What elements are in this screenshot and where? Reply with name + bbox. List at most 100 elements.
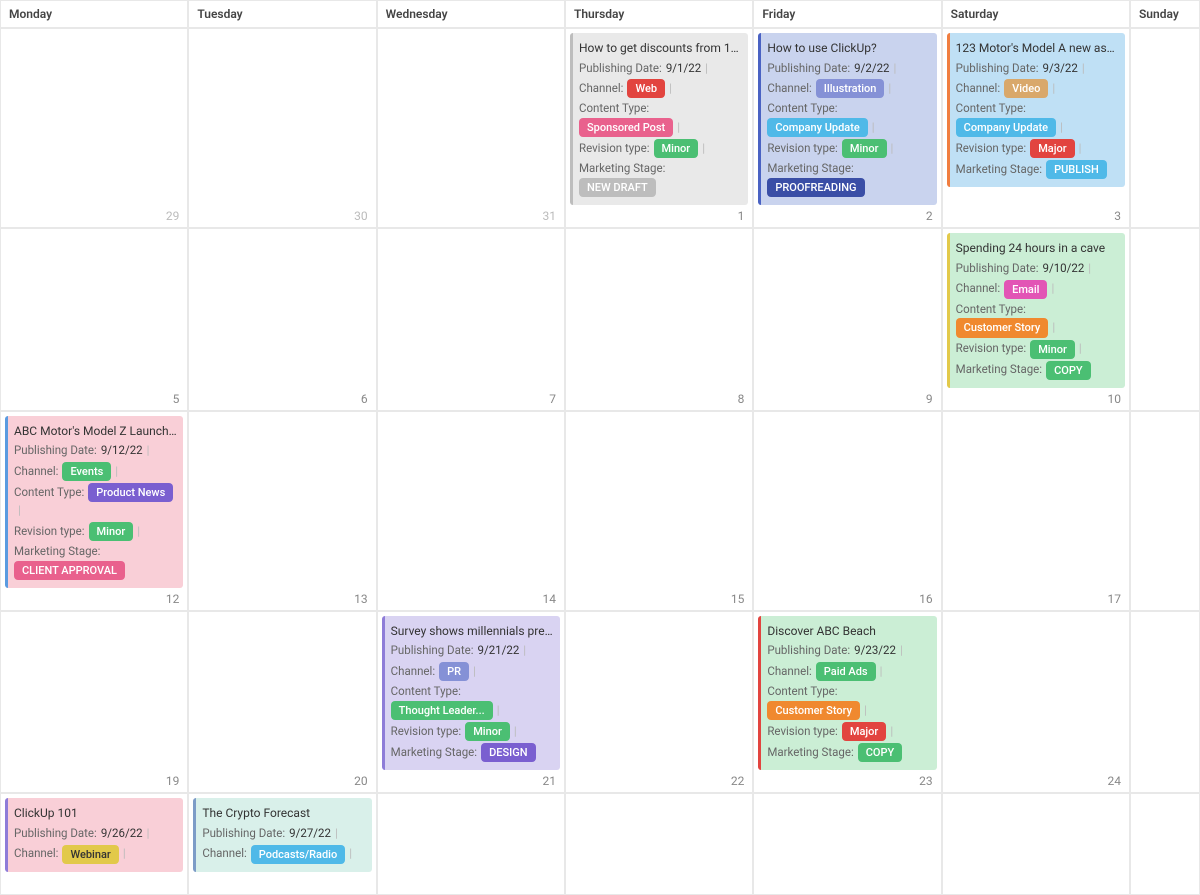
day-cell[interactable]: [1130, 28, 1200, 228]
pill-content-type: Company Update: [956, 118, 1056, 137]
day-cell[interactable]: 17: [942, 411, 1130, 611]
event-date: 9/26/22: [101, 826, 143, 840]
event-card[interactable]: ClickUp 101 Publishing Date:9/26/22| Cha…: [5, 798, 183, 871]
event-title: Survey shows millennials prefer electric: [391, 622, 554, 641]
label-ctype: Content Type:: [579, 101, 649, 115]
day-number: 5: [173, 392, 180, 406]
day-cell[interactable]: 22: [565, 611, 753, 793]
pill-content-type: Product News: [88, 483, 173, 502]
day-number: 19: [166, 774, 180, 788]
day-number: 14: [542, 592, 556, 606]
day-cell[interactable]: Discover ABC Beach Publishing Date: 9/23/…: [753, 611, 941, 793]
day-cell[interactable]: [753, 793, 941, 894]
day-number: 15: [731, 592, 745, 606]
day-cell[interactable]: ClickUp 101 Publishing Date:9/26/22| Cha…: [0, 793, 188, 894]
label-pubdate: Publishing Date:: [391, 643, 474, 657]
label-stage: Marketing Stage:: [956, 362, 1042, 376]
pill-content-type: Sponsored Post: [579, 118, 673, 137]
pill-stage: DESIGN: [481, 743, 535, 762]
day-cell[interactable]: The Crypto Forecast Publishing Date:9/27…: [188, 793, 376, 894]
day-cell[interactable]: How to use ClickUp? Publishing Date:9/2/…: [753, 28, 941, 228]
event-title: Spending 24 hours in a cave: [956, 239, 1119, 258]
pill-content-type: Customer Story: [767, 701, 860, 720]
label-revision: Revision type:: [391, 724, 462, 738]
pill-stage: COPY: [858, 743, 903, 762]
day-number: 2: [926, 209, 933, 223]
day-number: 30: [354, 209, 368, 223]
event-date: 9/23/22: [854, 643, 896, 657]
label-pubdate: Publishing Date:: [767, 643, 850, 657]
day-cell[interactable]: [1130, 611, 1200, 793]
event-card[interactable]: How to get discounts from 123 Mart? Publ…: [570, 33, 748, 205]
event-title: Discover ABC Beach: [767, 622, 930, 641]
day-cell[interactable]: 14: [377, 411, 565, 611]
label-channel: Channel:: [202, 846, 246, 860]
pill-channel: Email: [1004, 280, 1047, 299]
day-cell[interactable]: 8: [565, 228, 753, 410]
day-cell[interactable]: 7: [377, 228, 565, 410]
day-number: 29: [166, 209, 180, 223]
day-cell[interactable]: [377, 793, 565, 894]
day-cell[interactable]: How to get discounts from 123 Mart? Publ…: [565, 28, 753, 228]
day-cell[interactable]: 20: [188, 611, 376, 793]
event-card[interactable]: ABC Motor's Model Z Launch Event Publish…: [5, 416, 183, 588]
day-number: 12: [166, 592, 180, 606]
event-date: 9/10/22: [1042, 261, 1084, 275]
day-cell[interactable]: 19: [0, 611, 188, 793]
pill-content-type: Customer Story: [956, 318, 1049, 337]
event-date: 9/12/22: [101, 443, 143, 457]
pill-revision: Minor: [89, 522, 134, 541]
event-title: How to get discounts from 123 Mart?: [579, 39, 742, 58]
label-channel: Channel:: [579, 81, 623, 95]
day-cell[interactable]: [1130, 793, 1200, 894]
label-revision: Revision type:: [767, 141, 838, 155]
label-stage: Marketing Stage:: [579, 161, 665, 175]
calendar-grid: Monday Tuesday Wednesday Thursday Friday…: [0, 0, 1200, 895]
label-pubdate: Publishing Date:: [956, 61, 1039, 75]
day-cell[interactable]: 15: [565, 411, 753, 611]
day-cell[interactable]: [1130, 228, 1200, 410]
day-cell[interactable]: 16: [753, 411, 941, 611]
day-cell[interactable]: [1130, 411, 1200, 611]
pill-revision: Minor: [1030, 340, 1075, 359]
event-card[interactable]: Spending 24 hours in a cave Publishing D…: [947, 233, 1125, 387]
pill-revision: Minor: [654, 139, 699, 158]
event-card[interactable]: How to use ClickUp? Publishing Date:9/2/…: [758, 33, 936, 205]
day-cell[interactable]: [942, 793, 1130, 894]
day-cell[interactable]: Spending 24 hours in a cave Publishing D…: [942, 228, 1130, 410]
label-channel: Channel:: [767, 81, 811, 95]
day-cell[interactable]: 13: [188, 411, 376, 611]
day-cell[interactable]: 5: [0, 228, 188, 410]
day-cell[interactable]: 9: [753, 228, 941, 410]
label-ctype: Content Type:: [956, 101, 1026, 115]
pill-content-type: Company Update: [767, 118, 867, 137]
pill-stage: NEW DRAFT: [579, 178, 656, 197]
day-cell[interactable]: 29: [0, 28, 188, 228]
event-card[interactable]: Survey shows millennials prefer electric…: [382, 616, 560, 770]
day-cell[interactable]: 24: [942, 611, 1130, 793]
day-cell[interactable]: Survey shows millennials prefer electric…: [377, 611, 565, 793]
event-card[interactable]: 123 Motor's Model A new assembly line Pu…: [947, 33, 1125, 187]
label-channel: Channel:: [14, 464, 58, 478]
day-number: 3: [1114, 209, 1121, 223]
label-stage: Marketing Stage:: [956, 162, 1042, 176]
day-cell[interactable]: 6: [188, 228, 376, 410]
label-revision: Revision type:: [767, 724, 838, 738]
day-cell[interactable]: 30: [188, 28, 376, 228]
day-cell[interactable]: 31: [377, 28, 565, 228]
day-number: 17: [1107, 592, 1121, 606]
pill-revision: Major: [842, 722, 886, 741]
day-cell[interactable]: ABC Motor's Model Z Launch Event Publish…: [0, 411, 188, 611]
label-stage: Marketing Stage:: [14, 544, 100, 558]
day-cell[interactable]: [565, 793, 753, 894]
event-card[interactable]: Discover ABC Beach Publishing Date: 9/23/…: [758, 616, 936, 770]
label-channel: Channel:: [956, 81, 1000, 95]
label-stage: Marketing Stage:: [391, 745, 477, 759]
event-card[interactable]: The Crypto Forecast Publishing Date:9/27…: [193, 798, 371, 871]
label-ctype: Content Type:: [767, 101, 837, 115]
day-cell[interactable]: 123 Motor's Model A new assembly line Pu…: [942, 28, 1130, 228]
event-title: ClickUp 101: [14, 804, 177, 823]
label-revision: Revision type:: [14, 524, 85, 538]
day-number: 21: [542, 774, 556, 788]
label-stage: Marketing Stage:: [767, 161, 853, 175]
